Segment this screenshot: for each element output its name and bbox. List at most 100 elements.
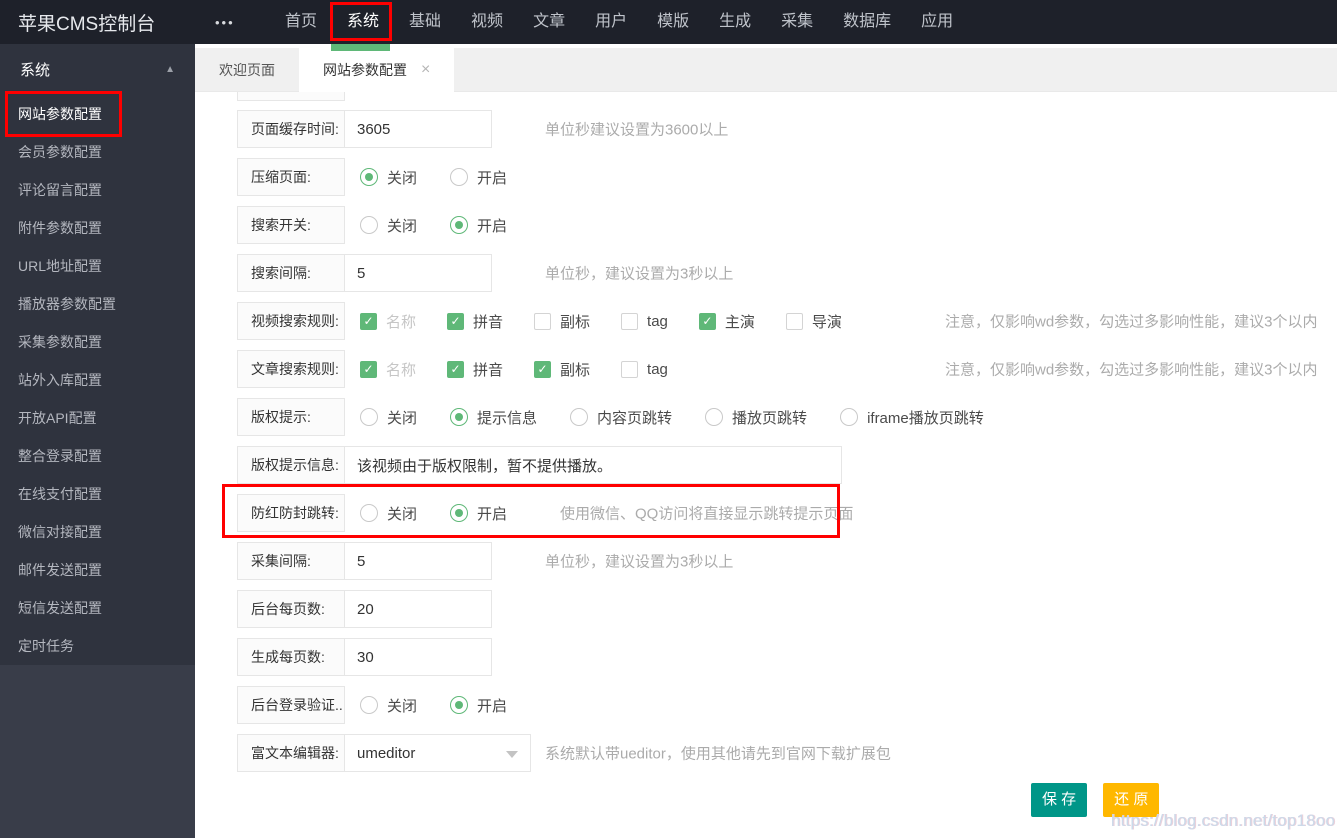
checkbox-icon: ✓ <box>698 312 716 330</box>
radio-label: 关闭 <box>387 409 418 427</box>
topnav-item-home[interactable]: 首页 <box>270 0 332 44</box>
radio-search-switch-开启[interactable]: 开启 <box>450 215 507 236</box>
hint-page-cache-time: 单位秒建议设置为3600以上 <box>545 121 729 139</box>
form-label-anti-red-block-redirect: 防红防封跳转: <box>237 494 345 532</box>
video-search-rule-options: ✓ 名称 ✓ 拼音 副标 tag ✓ 主演 导演 <box>360 302 873 340</box>
form-label-search-switch: 搜索开关: <box>237 206 345 244</box>
radio-compress-page-关闭[interactable]: 关闭 <box>360 167 417 188</box>
app-title: 苹果CMS控制台 <box>18 13 156 35</box>
form-row-rich-text-editor: 富文本编辑器: umeditor 系统默认带ueditor，使用其他请先到官网下载扩… <box>237 734 1337 772</box>
more-icon[interactable]: ••• <box>215 15 237 30</box>
generate-page-size-input[interactable]: 30 <box>344 638 492 676</box>
form-row-copyright-tip-message: 版权提示信息: 该视频由于版权限制，暂不提供播放。 <box>237 446 1337 484</box>
radio-admin-login-verify-开启[interactable]: 开启 <box>450 695 507 716</box>
sidebar-item-url-address[interactable]: URL地址配置 <box>0 247 195 285</box>
checkbox-icon: ✓ <box>534 360 552 378</box>
checkbox-article-search-rule-副标[interactable]: ✓ 副标 <box>534 359 590 380</box>
topnav-item-database[interactable]: 数据库 <box>828 0 906 44</box>
topnav-item-system[interactable]: 系统 <box>332 0 394 44</box>
checkbox-icon <box>785 312 803 330</box>
form-label-admin-page-size: 后台每页数: <box>237 590 345 628</box>
topnav-item-article[interactable]: 文章 <box>518 0 580 44</box>
radio-icon <box>360 168 378 186</box>
checkbox-article-search-rule-tag[interactable]: tag <box>621 360 668 378</box>
radio-search-switch-关闭[interactable]: 关闭 <box>360 215 417 236</box>
checkbox-icon <box>534 312 552 330</box>
csdn-watermark: https://blog.csdn.net/top18oo <box>1110 811 1335 830</box>
topnav-item-basic[interactable]: 基础 <box>394 0 456 44</box>
radio-label: 开启 <box>477 505 508 523</box>
sidebar-section-system[interactable]: 系统 ▲ <box>0 44 195 95</box>
radio-icon <box>450 696 469 714</box>
radio-label: 关闭 <box>387 217 418 235</box>
copyright-tip-message-input[interactable]: 该视频由于版权限制，暂不提供播放。 <box>344 446 842 484</box>
rich-text-editor-select[interactable]: umeditor <box>344 734 531 772</box>
checkbox-label: tag <box>647 312 668 330</box>
hint-rich-text-editor: 系统默认带ueditor，使用其他请先到官网下载扩展包 <box>545 745 891 763</box>
radio-copyright-tip-播放页跳转[interactable]: 播放页跳转 <box>705 407 807 428</box>
sidebar-item-member-params[interactable]: 会员参数配置 <box>0 133 195 171</box>
form-label-collect-interval: 采集间隔: <box>237 542 345 580</box>
checkbox-video-search-rule-导演[interactable]: 导演 <box>785 311 842 332</box>
radio-anti-red-block-redirect-开启[interactable]: 开启 <box>450 503 507 524</box>
hint-video-search-rule: 注意，仅影响wd参数，勾选过多影响性能，建议3个以内 <box>945 313 1318 331</box>
hint-article-search-rule: 注意，仅影响wd参数，勾选过多影响性能，建议3个以内 <box>945 361 1318 379</box>
sidebar-item-external-storage[interactable]: 站外入库配置 <box>0 361 195 399</box>
radio-label: iframe播放页跳转 <box>867 409 984 427</box>
checkbox-video-search-rule-名称[interactable]: ✓ 名称 <box>360 311 416 332</box>
radio-label: 开启 <box>477 169 508 187</box>
form-label-page-cache-time: 页面缓存时间: <box>237 110 345 148</box>
radio-copyright-tip-iframe播放页跳转[interactable]: iframe播放页跳转 <box>840 407 984 428</box>
radio-copyright-tip-关闭[interactable]: 关闭 <box>360 407 417 428</box>
topnav-item-generate[interactable]: 生成 <box>704 0 766 44</box>
article-search-rule-options: ✓ 名称 ✓ 拼音 ✓ 副标 tag <box>360 350 699 388</box>
search-interval-input[interactable]: 5 <box>344 254 492 292</box>
radio-icon <box>360 408 378 426</box>
form-row-admin-login-verify: 后台登录验证... 关闭 开启 <box>237 686 1337 724</box>
topnav-item-video[interactable]: 视频 <box>456 0 518 44</box>
checkbox-video-search-rule-拼音[interactable]: ✓ 拼音 <box>447 311 503 332</box>
checkbox-article-search-rule-拼音[interactable]: ✓ 拼音 <box>447 359 503 380</box>
tab-welcome[interactable]: 欢迎页面 <box>195 48 299 92</box>
sidebar-item-player-params[interactable]: 播放器参数配置 <box>0 285 195 323</box>
sidebar-item-attachment-params[interactable]: 附件参数配置 <box>0 209 195 247</box>
sidebar-item-scheduled-task[interactable]: 定时任务 <box>0 627 195 665</box>
sidebar-item-open-api[interactable]: 开放API配置 <box>0 399 195 437</box>
radio-anti-red-block-redirect-关闭[interactable]: 关闭 <box>360 503 417 524</box>
form-row-anti-red-block-redirect: 防红防封跳转: 关闭 开启 使用微信、QQ访问将直接显示跳转提示页面 <box>237 494 1337 532</box>
checkbox-video-search-rule-副标[interactable]: 副标 <box>534 311 590 332</box>
dropdown-caret-icon <box>506 751 518 758</box>
topnav-item-app[interactable]: 应用 <box>906 0 968 44</box>
page-cache-time-input[interactable]: 3605 <box>344 110 492 148</box>
topnav-item-user[interactable]: 用户 <box>580 0 642 44</box>
radio-copyright-tip-提示信息[interactable]: 提示信息 <box>450 407 537 428</box>
radio-admin-login-verify-关闭[interactable]: 关闭 <box>360 695 417 716</box>
form-label-search-interval: 搜索间隔: <box>237 254 345 292</box>
topnav-item-collect[interactable]: 采集 <box>766 0 828 44</box>
tab-bar: 欢迎页面 网站参数配置 × <box>195 48 1337 92</box>
radio-copyright-tip-内容页跳转[interactable]: 内容页跳转 <box>570 407 672 428</box>
collect-interval-input[interactable]: 5 <box>344 542 492 580</box>
radio-icon <box>360 504 378 522</box>
form-label-video-search-rule: 视频搜索规则: <box>237 302 345 340</box>
sidebar-item-sms-send[interactable]: 短信发送配置 <box>0 589 195 627</box>
sidebar-item-collect-params[interactable]: 采集参数配置 <box>0 323 195 361</box>
topnav-item-template[interactable]: 模版 <box>642 0 704 44</box>
sidebar-item-integrated-login[interactable]: 整合登录配置 <box>0 437 195 475</box>
copyright-tip-options: 关闭 提示信息 内容页跳转 播放页跳转 iframe播放页跳转 <box>360 398 1017 436</box>
active-nav-indicator <box>331 44 390 51</box>
checkbox-video-search-rule-tag[interactable]: tag <box>621 312 668 330</box>
admin-page-size-input[interactable]: 20 <box>344 590 492 628</box>
checkbox-video-search-rule-主演[interactable]: ✓ 主演 <box>698 311 755 332</box>
sidebar-item-email-send[interactable]: 邮件发送配置 <box>0 551 195 589</box>
checkbox-article-search-rule-名称[interactable]: ✓ 名称 <box>360 359 416 380</box>
sidebar-item-comment-message[interactable]: 评论留言配置 <box>0 171 195 209</box>
radio-compress-page-开启[interactable]: 开启 <box>450 167 507 188</box>
save-button[interactable]: 保 存 <box>1031 783 1088 817</box>
sidebar-item-online-payment[interactable]: 在线支付配置 <box>0 475 195 513</box>
sidebar-item-site-params[interactable]: 网站参数配置 <box>0 95 195 133</box>
sidebar-item-wechat-connect[interactable]: 微信对接配置 <box>0 513 195 551</box>
tab-site-params[interactable]: 网站参数配置 × <box>299 48 455 92</box>
close-icon[interactable]: × <box>421 62 430 78</box>
form-row-compress-page: 压缩页面: 关闭 开启 <box>237 158 1337 196</box>
